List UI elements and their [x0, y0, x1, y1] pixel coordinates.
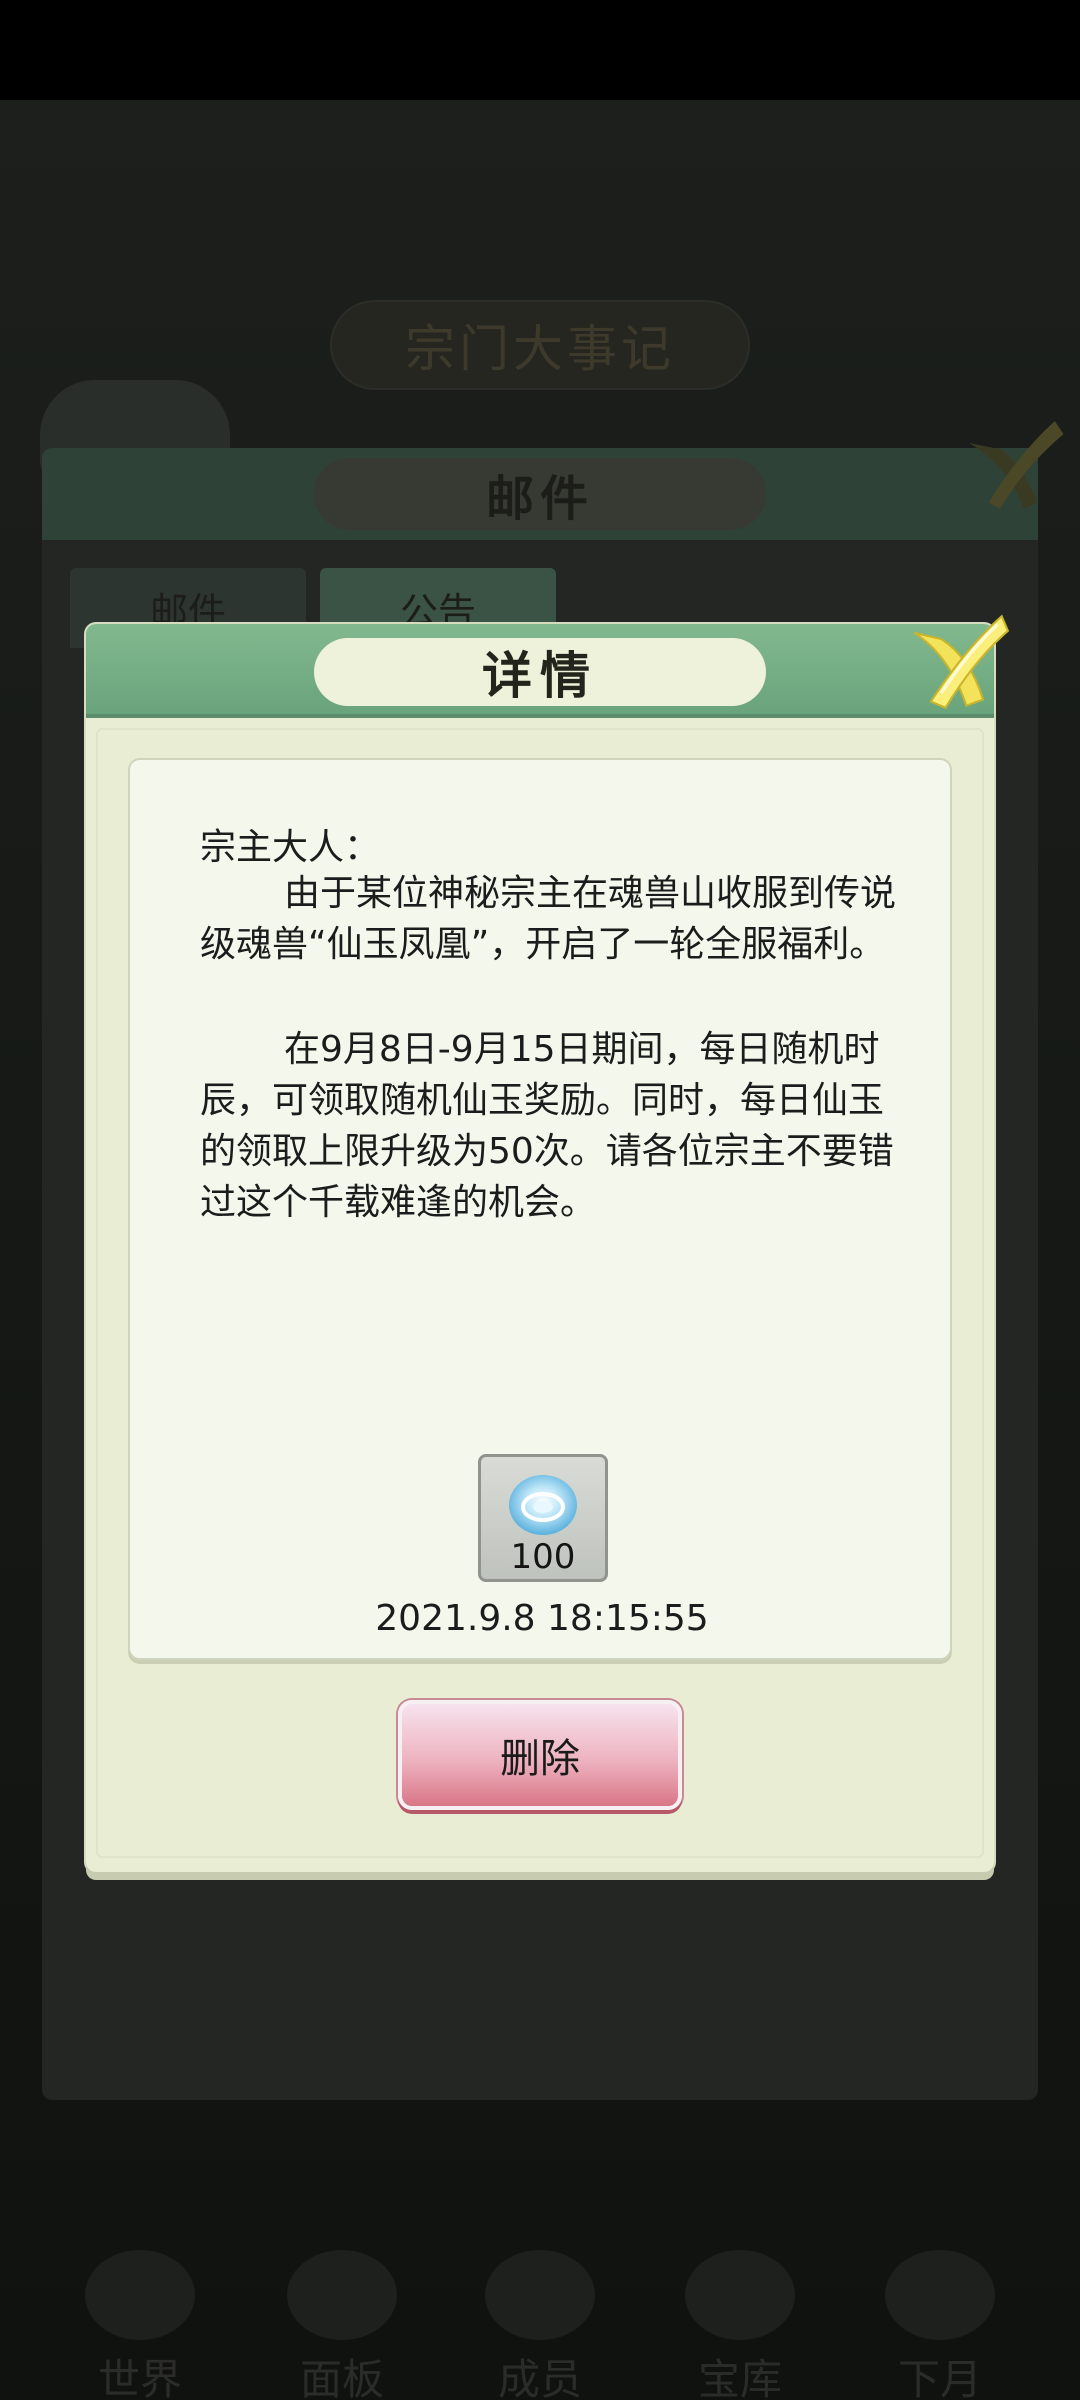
- world-icon: [85, 2250, 195, 2340]
- delete-button[interactable]: 删除: [398, 1700, 682, 1810]
- panel-icon: [287, 2250, 397, 2340]
- members-icon: [485, 2250, 595, 2340]
- mail-panel-title: 邮件: [314, 458, 766, 530]
- background-banner: 宗门大事记: [330, 300, 750, 390]
- mail-paragraph-1: 由于某位神秘宗主在魂兽山收服到传说级魂兽“仙玉凤凰”，开启了一轮全服福利。: [200, 873, 897, 965]
- mail-greeting: 宗主大人：: [200, 827, 381, 868]
- nav-item-world: 世界: [70, 2250, 210, 2400]
- reward-count: 100: [510, 1537, 576, 1577]
- nav-item-members: 成员: [470, 2250, 610, 2400]
- dialog-header: 详情: [86, 624, 994, 718]
- next-month-icon: [885, 2250, 995, 2340]
- nav-item-next-month: 下月: [870, 2250, 1010, 2400]
- mail-panel-header: 邮件: [42, 448, 1038, 540]
- background-close-icon: [969, 421, 1064, 509]
- mail-detail-dialog: 详情 宗主大人： 由于某位神秘宗主在魂兽山收服到传说级魂兽“仙玉凤凰”，开启了一…: [86, 624, 994, 1872]
- reward-item[interactable]: 100: [478, 1454, 608, 1582]
- nav-item-panel: 面板: [272, 2250, 412, 2400]
- mail-paragraph-2: 在9月8日-9月15日期间，每日随机时辰，可领取随机仙玉奖励。同时，每日仙玉的领…: [200, 1029, 894, 1223]
- dialog-title: 详情: [314, 638, 766, 706]
- mail-timestamp: 2021.9.8 18:15:55: [375, 1598, 709, 1639]
- close-icon[interactable]: [906, 610, 1010, 714]
- status-bar: [0, 0, 1080, 100]
- treasury-icon: [685, 2250, 795, 2340]
- mail-content-card[interactable]: 宗主大人： 由于某位神秘宗主在魂兽山收服到传说级魂兽“仙玉凤凰”，开启了一轮全服…: [128, 758, 952, 1660]
- nav-item-treasury: 宝库: [670, 2250, 810, 2400]
- bottom-nav-background: 世界 面板 成员 宝库 下月: [0, 2220, 1080, 2400]
- jade-orb-icon: [509, 1475, 577, 1535]
